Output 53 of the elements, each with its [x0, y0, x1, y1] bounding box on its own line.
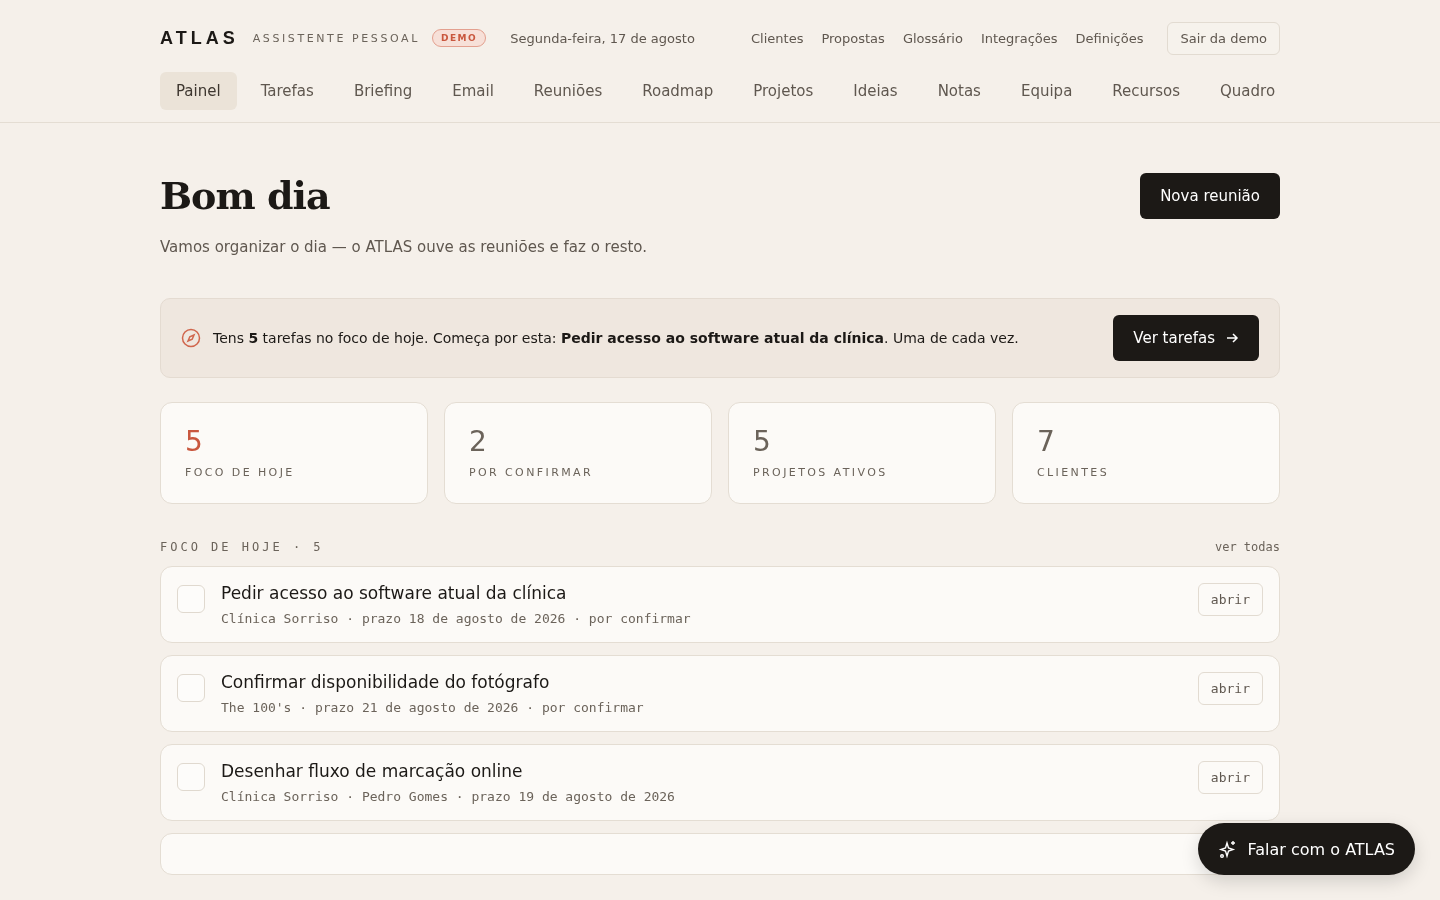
nav-tab[interactable]: Roadmap — [626, 72, 730, 110]
open-button[interactable]: abrir — [1197, 672, 1263, 705]
nav-tab[interactable]: Briefing — [337, 72, 429, 110]
nav-link[interactable]: Clientes — [751, 30, 804, 46]
stat-value: 5 — [185, 425, 204, 458]
task-title: Pedir acesso ao software atual da clínica — [221, 583, 568, 603]
current-date: Segunda-feira, 17 de agosto — [510, 30, 695, 46]
open-button[interactable]: abrir — [1197, 583, 1263, 616]
exit-demo-button[interactable]: Sair da demo — [1167, 21, 1280, 55]
task-title: Desenhar fluxo de marcação online — [221, 761, 524, 781]
nav-link[interactable]: Integrações — [980, 30, 1058, 46]
task-checkbox[interactable] — [177, 763, 205, 791]
sparkle-icon — [1217, 839, 1238, 859]
nav-link[interactable]: Definições — [1075, 30, 1144, 46]
nav-tab[interactable]: Equipa — [1004, 72, 1089, 110]
view-tasks-button[interactable]: Ver tarefas — [1113, 315, 1259, 361]
task-title: Confirmar disponibilidade do fotógrafo — [221, 672, 551, 692]
chat-button[interactable]: Falar com o ATLAS — [1197, 823, 1415, 875]
nav-tab[interactable]: Quadro — [1204, 72, 1292, 110]
nav-tab[interactable]: Tarefas — [244, 72, 330, 110]
nav-tab[interactable]: Ideias — [837, 72, 914, 110]
nav-link[interactable]: Glossário — [902, 30, 963, 46]
nav-tab[interactable]: Projetos — [737, 72, 830, 110]
task-checkbox[interactable] — [177, 585, 205, 613]
new-meeting-button[interactable]: Nova reunião — [1140, 173, 1280, 219]
stat-label: POR CONFIRMAR — [469, 466, 595, 479]
nav-tab[interactable]: Notas — [921, 72, 997, 110]
compass-icon — [181, 328, 201, 348]
brand-logo: ATLAS — [160, 27, 239, 49]
stat-label: PROJETOS ATIVOS — [753, 466, 889, 479]
demo-badge: DEMO — [431, 29, 487, 47]
task-meta: The 100's · prazo 21 de agosto de 2026 · por confirmar — [221, 700, 645, 715]
open-button[interactable]: abrir — [1197, 761, 1263, 794]
task-meta: Clínica Sorriso · prazo 18 de agosto de 2026 · por confirmar — [221, 611, 692, 626]
stat-label: FOCO DE HOJE — [185, 466, 296, 479]
stat-value: 7 — [1037, 425, 1056, 458]
section-title: FOCO DE HOJE · 5 — [160, 540, 324, 554]
brand-subtitle: ASSISTENTE PESSOAL — [252, 31, 420, 45]
focus-message: Tens 5 tarefas no foco de hoje. Começa por esta: Pedir acesso ao software atual da clínica. Uma de cada vez. — [213, 330, 1020, 346]
nav-link[interactable]: Propostas — [821, 30, 885, 46]
nav-tab[interactable]: Reuniões — [517, 72, 619, 110]
nav-tab[interactable]: Recursos — [1096, 72, 1197, 110]
stat-value: 2 — [469, 425, 488, 458]
view-all-link[interactable]: ver todas — [1214, 540, 1280, 554]
arrow-right-icon — [1225, 331, 1239, 345]
stat-label: CLIENTES — [1037, 466, 1111, 479]
page-subheading: Vamos organizar o dia — o ATLAS ouve as reuniões e faz o resto. — [160, 238, 648, 256]
page-heading: Bom dia — [160, 173, 331, 218]
nav-tab[interactable]: Email — [436, 72, 510, 110]
task-meta: Clínica Sorriso · Pedro Gomes · prazo 19 de agosto de 2026 — [221, 789, 676, 804]
nav-tab[interactable]: Painel — [160, 72, 237, 110]
task-checkbox[interactable] — [177, 674, 205, 702]
stat-value: 5 — [753, 425, 772, 458]
